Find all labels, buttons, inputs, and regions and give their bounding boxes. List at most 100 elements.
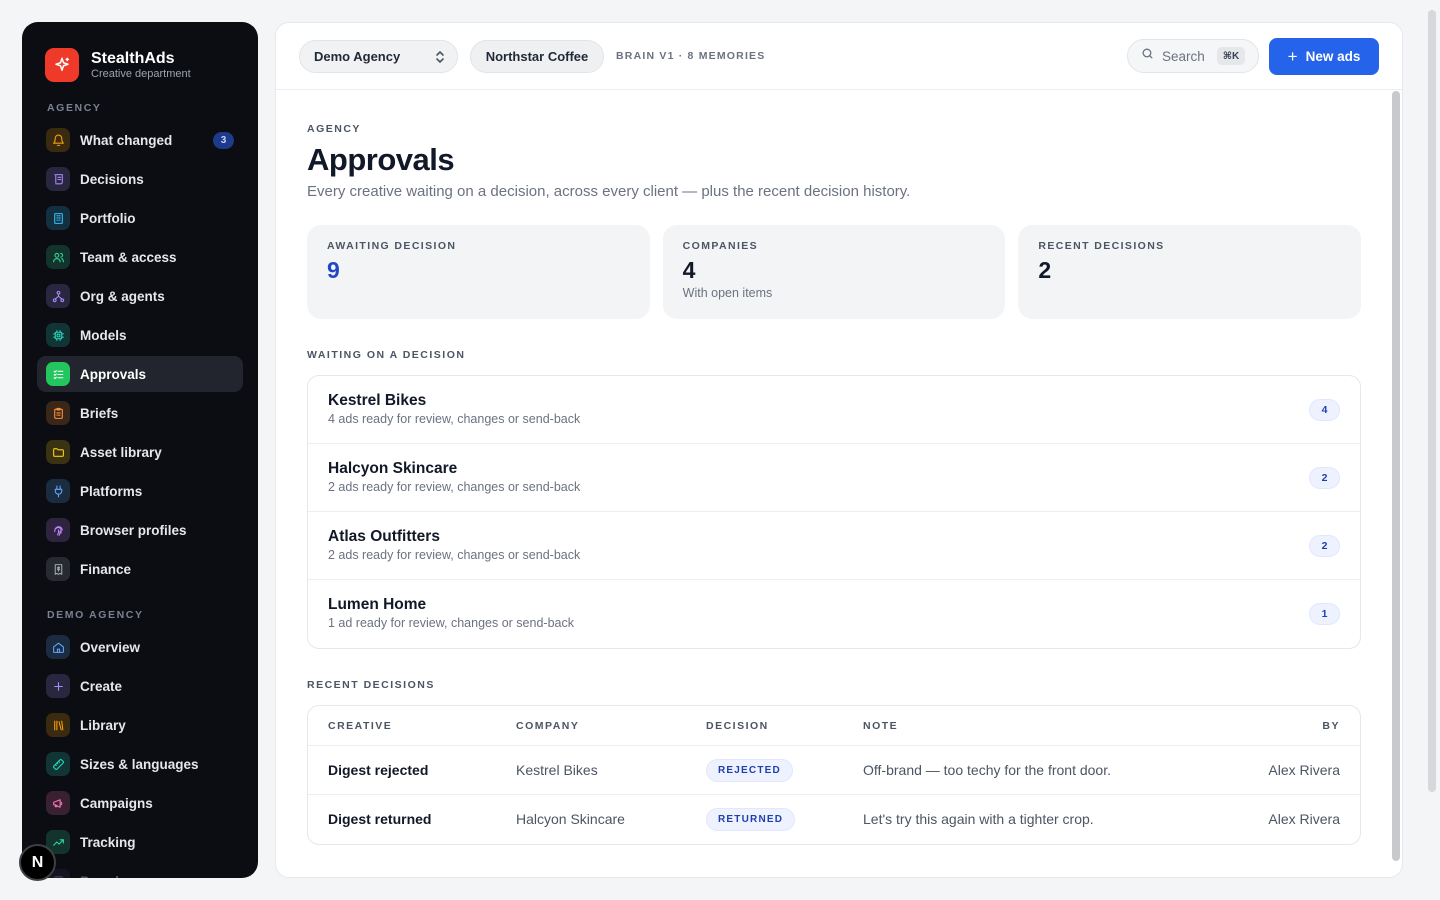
- network-icon: [46, 284, 70, 308]
- count-badge: 3: [213, 131, 234, 149]
- folder-icon: [46, 440, 70, 464]
- sidebar-item-team-access[interactable]: Team & access: [37, 239, 243, 275]
- sidebar-item-label: Campaigns: [80, 795, 153, 811]
- search-button[interactable]: Search ⌘K: [1127, 39, 1259, 73]
- sidebar-item-browser-profiles[interactable]: Browser profiles: [37, 512, 243, 548]
- fingerprint-icon: [46, 518, 70, 542]
- sidebar-item-campaigns[interactable]: Campaigns: [37, 785, 243, 821]
- stat-recent-decisions: RECENT DECISIONS 2: [1018, 225, 1362, 319]
- stat-label: COMPANIES: [682, 240, 759, 252]
- bell-icon: [46, 128, 70, 152]
- sidebar-item-brand-memory[interactable]: Brand memory: [37, 863, 243, 878]
- sidebar-item-decisions[interactable]: Decisions: [37, 161, 243, 197]
- page-title: Approvals: [307, 142, 455, 177]
- sidebar-item-library[interactable]: Library: [37, 707, 243, 743]
- agency-select[interactable]: Demo Agency: [299, 40, 458, 73]
- waiting-company: Halcyon Skincare: [328, 460, 458, 477]
- home-icon: [46, 635, 70, 659]
- column-header-by: BY: [1322, 719, 1340, 732]
- sidebar-item-label: Overview: [80, 639, 141, 655]
- sidebar-item-label: Library: [80, 717, 126, 733]
- dev-indicator-button[interactable]: N: [19, 844, 56, 881]
- sidebar-item-finance[interactable]: Finance: [37, 551, 243, 587]
- window-scrollbar[interactable]: [1428, 10, 1436, 792]
- sidebar-item-approvals[interactable]: Approvals: [37, 356, 243, 392]
- plus-icon: +: [1287, 47, 1298, 66]
- waiting-detail: 4 ads ready for review, changes or send-…: [328, 412, 581, 426]
- decision-status-badge: REJECTED: [706, 759, 793, 782]
- waiting-count-badge: 2: [1309, 535, 1340, 557]
- table-header: CREATIVE COMPANY DECISION NOTE BY: [308, 706, 1360, 746]
- sidebar-item-platforms[interactable]: Platforms: [37, 473, 243, 509]
- receipt-icon: [46, 557, 70, 581]
- waiting-company: Atlas Outfitters: [328, 528, 440, 545]
- users-icon: [46, 245, 70, 269]
- sidebar-item-asset-library[interactable]: Asset library: [37, 434, 243, 470]
- waiting-detail: 1 ad ready for review, changes or send-b…: [328, 616, 574, 630]
- sidebar-item-briefs[interactable]: Briefs: [37, 395, 243, 431]
- page-description: Every creative waiting on a decision, ac…: [307, 183, 911, 200]
- stat-value: 2: [1038, 257, 1052, 283]
- recent-section-label: RECENT DECISIONS: [307, 679, 435, 691]
- stat-label: RECENT DECISIONS: [1038, 240, 1165, 252]
- sidebar-item-tracking[interactable]: Tracking: [37, 824, 243, 860]
- sidebar-item-label: Create: [80, 678, 123, 694]
- sidebar-item-label: Org & agents: [80, 288, 165, 304]
- sidebar-item-label: Brand memory: [80, 874, 175, 879]
- sidebar-item-what-changed[interactable]: What changed 3: [37, 122, 243, 158]
- stat-label: AWAITING DECISION: [327, 240, 457, 252]
- library-icon: [46, 713, 70, 737]
- recent-decisions-table: CREATIVE COMPANY DECISION NOTE BY Digest…: [307, 705, 1361, 845]
- brand[interactable]: StealthAds Creative department: [45, 48, 191, 82]
- sidebar-item-models[interactable]: Models: [37, 317, 243, 353]
- column-header-company: COMPANY: [516, 719, 580, 732]
- chevron-up-down-icon: [435, 50, 445, 67]
- main-panel: Demo Agency Northstar Coffee BRAIN V1 · …: [275, 22, 1403, 878]
- sidebar-item-label: Portfolio: [80, 210, 136, 226]
- sidebar-item-portfolio[interactable]: Portfolio: [37, 200, 243, 236]
- brain-meta: BRAIN V1 · 8 MEMORIES: [616, 50, 766, 62]
- stat-sub: With open items: [682, 286, 773, 300]
- new-ads-label: New ads: [1305, 49, 1361, 64]
- cell-note: Off-brand — too techy for the front door…: [863, 762, 1111, 778]
- waiting-row[interactable]: Halcyon Skincare 2 ads ready for review,…: [308, 444, 1360, 512]
- table-row[interactable]: Digest returned Halcyon Skincare RETURNE…: [308, 795, 1360, 844]
- waiting-company: Kestrel Bikes: [328, 392, 427, 409]
- new-ads-button[interactable]: + New ads: [1269, 38, 1379, 75]
- waiting-section-label: WAITING ON A DECISION: [307, 349, 466, 361]
- sparkle-logo-icon: [45, 48, 79, 82]
- cell-company: Halcyon Skincare: [516, 811, 625, 827]
- waiting-count-badge: 1: [1309, 603, 1340, 625]
- sidebar-item-label: Models: [80, 327, 127, 343]
- brand-subtitle: Creative department: [91, 67, 191, 80]
- cell-creative: Digest rejected: [328, 762, 429, 778]
- waiting-row[interactable]: Lumen Home 1 ad ready for review, change…: [308, 580, 1360, 648]
- search-shortcut: ⌘K: [1216, 47, 1246, 65]
- clipboard-icon: [46, 401, 70, 425]
- sidebar-item-label: Browser profiles: [80, 522, 187, 538]
- cpu-icon: [46, 323, 70, 347]
- waiting-row[interactable]: Kestrel Bikes 4 ads ready for review, ch…: [308, 376, 1360, 444]
- content-scrollbar[interactable]: [1392, 91, 1400, 861]
- waiting-detail: 2 ads ready for review, changes or send-…: [328, 548, 581, 562]
- waiting-row[interactable]: Atlas Outfitters 2 ads ready for review,…: [308, 512, 1360, 580]
- waiting-company: Lumen Home: [328, 596, 427, 613]
- client-switcher[interactable]: Northstar Coffee: [470, 40, 604, 73]
- sidebar-item-label: Asset library: [80, 444, 162, 460]
- sidebar-item-org-agents[interactable]: Org & agents: [37, 278, 243, 314]
- sidebar-item-label: Platforms: [80, 483, 143, 499]
- megaphone-icon: [46, 791, 70, 815]
- sidebar-item-label: Decisions: [80, 171, 144, 187]
- sidebar-item-sizes-languages[interactable]: Sizes & languages: [37, 746, 243, 782]
- column-header-note: NOTE: [863, 719, 899, 732]
- plus-icon: [46, 674, 70, 698]
- page-eyebrow: AGENCY: [307, 123, 361, 135]
- cell-by: Alex Rivera: [1268, 811, 1340, 827]
- sidebar-section-agency: AGENCY: [47, 102, 102, 114]
- table-row[interactable]: Digest rejected Kestrel Bikes REJECTED O…: [308, 746, 1360, 795]
- sidebar-item-label: Approvals: [80, 366, 147, 382]
- search-label: Search: [1162, 48, 1205, 64]
- sidebar-item-overview[interactable]: Overview: [37, 629, 243, 665]
- sidebar-item-create[interactable]: Create: [37, 668, 243, 704]
- scroll-icon: [46, 167, 70, 191]
